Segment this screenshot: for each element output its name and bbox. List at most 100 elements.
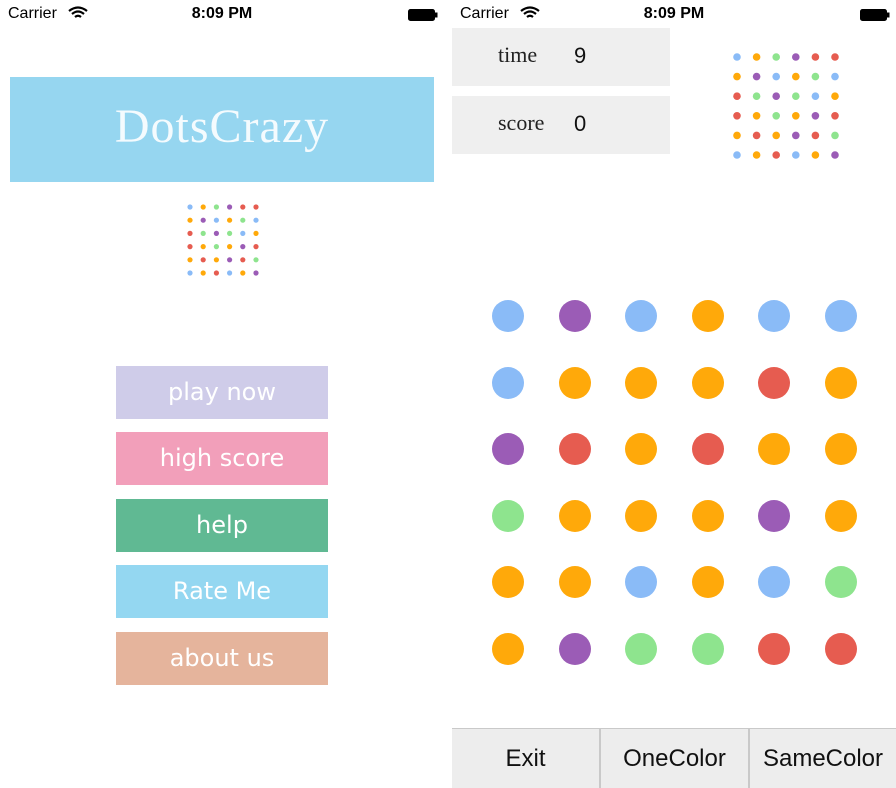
battery-icon xyxy=(860,9,890,21)
play-now-label: play now xyxy=(168,378,276,406)
logo-dot xyxy=(200,270,206,276)
logo-dot xyxy=(831,151,839,159)
board-dot-orange[interactable] xyxy=(824,433,857,465)
board-dot-green[interactable] xyxy=(824,566,857,598)
time-label: time xyxy=(498,42,538,67)
board-dot-red[interactable] xyxy=(558,433,591,465)
board-dot-orange[interactable] xyxy=(625,366,657,399)
board-dot-red[interactable] xyxy=(691,433,724,465)
logo-dot xyxy=(811,112,820,120)
logo-dot xyxy=(253,204,259,210)
board-dot-purple[interactable] xyxy=(558,632,591,665)
logo-dot xyxy=(772,131,780,140)
help-label: help xyxy=(196,511,248,539)
board-dot-orange[interactable] xyxy=(824,366,857,399)
exit-button[interactable]: Exit xyxy=(452,729,599,788)
board-dot-green[interactable] xyxy=(492,499,524,532)
logo-dot xyxy=(733,112,741,120)
logo-dot xyxy=(187,230,193,236)
board-dot-orange[interactable] xyxy=(492,632,524,665)
rate-me-button[interactable]: Rate Me xyxy=(116,565,328,618)
bottom-toolbar: Exit OneColor SameColor xyxy=(452,728,896,788)
one-color-button[interactable]: OneColor xyxy=(601,729,748,788)
logo-dot xyxy=(200,230,206,236)
board-dot-blue[interactable] xyxy=(625,566,657,598)
logo-dot xyxy=(213,257,219,263)
logo-dot xyxy=(213,244,219,250)
board-dot-orange[interactable] xyxy=(492,566,524,598)
board-dot-red[interactable] xyxy=(758,632,790,665)
logo-dot xyxy=(772,72,780,81)
logo-dot xyxy=(752,92,761,100)
status-bar: Carrier 8:09 PM xyxy=(452,0,896,28)
logo-dot xyxy=(240,270,246,276)
logo-dot xyxy=(733,72,741,81)
board-dot-red[interactable] xyxy=(758,366,790,399)
battery-icon xyxy=(408,9,438,21)
time-panel: time 9 xyxy=(452,28,670,86)
board-dot-green[interactable] xyxy=(691,632,724,665)
board-dot-green[interactable] xyxy=(625,632,657,665)
board-dot-orange[interactable] xyxy=(558,499,591,532)
board-dot-purple[interactable] xyxy=(558,300,591,332)
board-dot-blue[interactable] xyxy=(492,366,524,399)
logo-dot xyxy=(227,217,233,223)
logo-dot xyxy=(253,244,259,250)
logo-dot xyxy=(792,92,800,100)
logo-dot xyxy=(213,204,219,210)
board-dot-purple[interactable] xyxy=(758,499,790,532)
board-dot-purple[interactable] xyxy=(492,433,524,465)
board-dot-orange[interactable] xyxy=(691,566,724,598)
status-time: 8:09 PM xyxy=(191,5,253,22)
help-button[interactable]: help xyxy=(116,499,328,552)
high-score-button[interactable]: high score xyxy=(116,432,328,485)
logo-dot xyxy=(792,72,800,81)
board-dot-orange[interactable] xyxy=(691,366,724,399)
about-us-button[interactable]: about us xyxy=(116,632,328,685)
board-dot-orange[interactable] xyxy=(558,566,591,598)
logo-dot xyxy=(772,53,780,61)
board-dot-blue[interactable] xyxy=(758,300,790,332)
board-dot-orange[interactable] xyxy=(691,499,724,532)
board-dot-orange[interactable] xyxy=(824,499,857,532)
play-now-button[interactable]: play now xyxy=(116,366,328,419)
logo-dot xyxy=(187,270,193,276)
game-screen: Carrier 8:09 PM time 9 score 0 Exit OneC… xyxy=(452,0,896,788)
board-dot-blue[interactable] xyxy=(492,300,524,332)
logo-dot xyxy=(240,244,246,250)
logo-dot xyxy=(752,112,761,120)
logo-dot xyxy=(240,217,246,223)
score-panel: score 0 xyxy=(452,96,670,154)
logo-dot xyxy=(227,230,233,236)
logo-dot xyxy=(831,131,839,140)
same-color-button[interactable]: SameColor xyxy=(750,729,896,788)
board-dot-blue[interactable] xyxy=(625,300,657,332)
logo-dot xyxy=(831,92,839,100)
logo-dot xyxy=(772,112,780,120)
status-time: 8:09 PM xyxy=(643,5,705,22)
about-us-label: about us xyxy=(169,644,275,672)
board-dot-orange[interactable] xyxy=(691,300,724,332)
board-dot-orange[interactable] xyxy=(625,433,657,465)
logo-dot xyxy=(811,53,820,61)
board-dot-blue[interactable] xyxy=(824,300,857,332)
logo-dot xyxy=(811,92,820,100)
board-dot-red[interactable] xyxy=(824,632,857,665)
score-label: score xyxy=(498,110,545,135)
dots-logo xyxy=(733,53,839,159)
logo-dot xyxy=(792,112,800,120)
logo-dot xyxy=(752,131,761,140)
board-dot-orange[interactable] xyxy=(758,433,790,465)
logo-dot xyxy=(253,230,259,236)
dots-logo xyxy=(187,204,259,276)
logo-dot xyxy=(811,131,820,140)
board-dot-orange[interactable] xyxy=(625,499,657,532)
logo-dot xyxy=(187,257,193,263)
board-dot-orange[interactable] xyxy=(558,366,591,399)
logo-dot xyxy=(200,204,206,210)
logo-dot xyxy=(733,53,741,61)
board-dot-blue[interactable] xyxy=(758,566,790,598)
logo-dot xyxy=(187,217,193,223)
logo-dot xyxy=(752,72,761,81)
logo-dot xyxy=(811,151,820,159)
